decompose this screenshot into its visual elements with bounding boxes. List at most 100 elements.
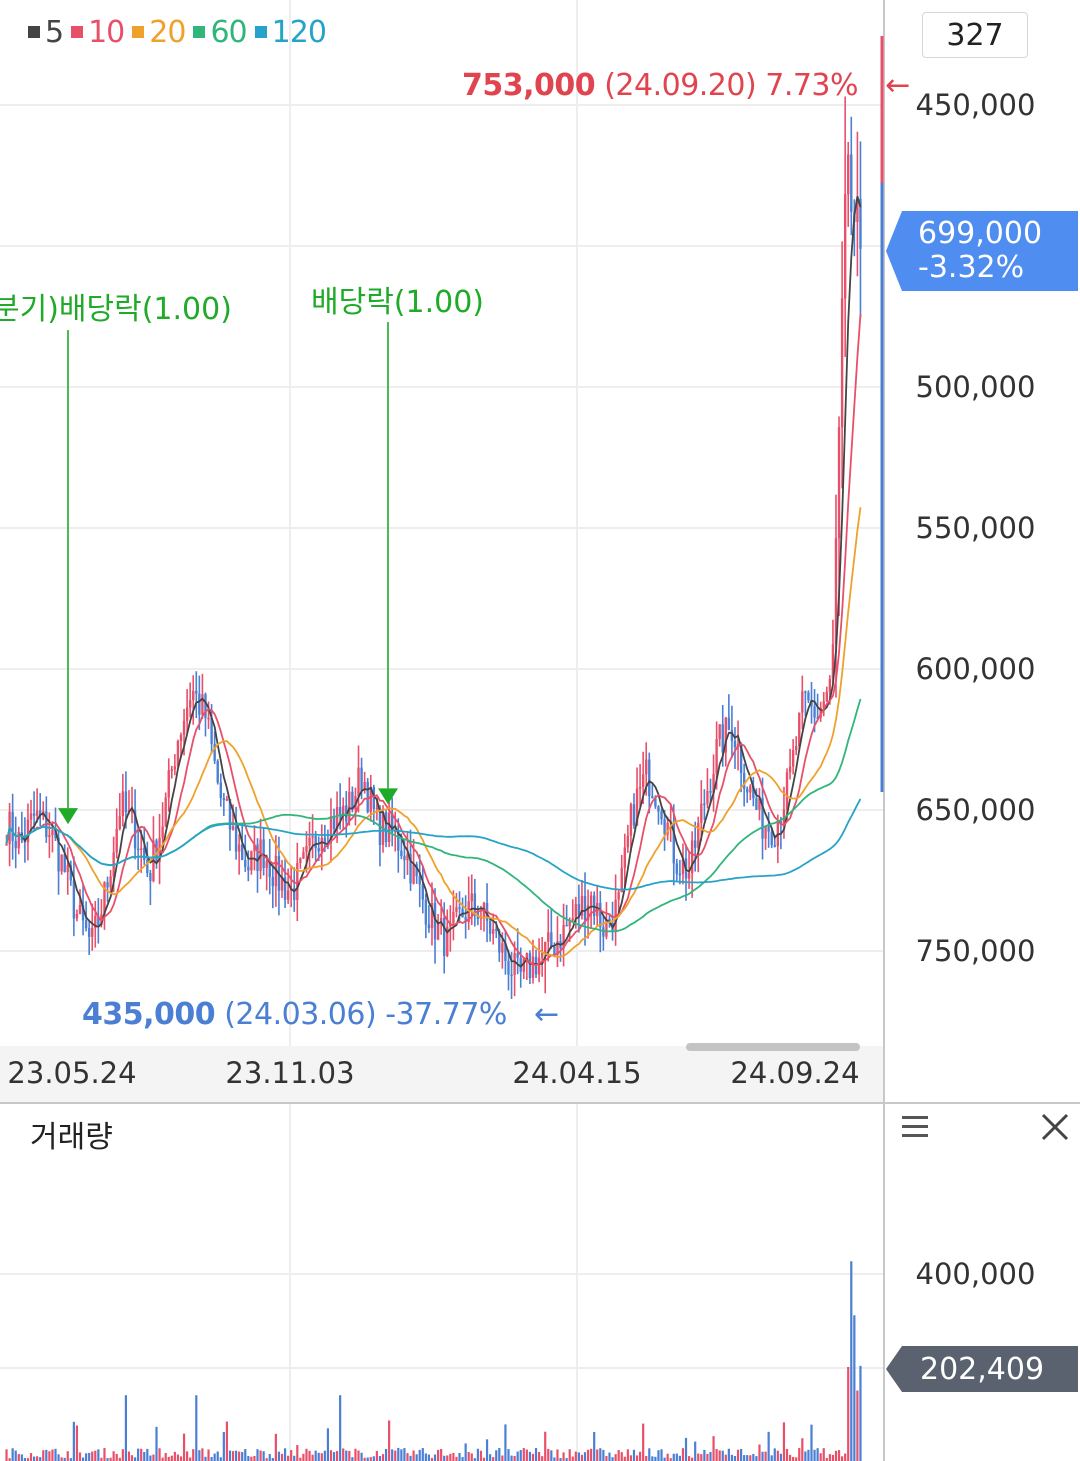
event-label-quarterly-dividend[interactable]: 분기)배당락(1.00)	[0, 284, 232, 328]
volume-bar	[859, 1365, 862, 1461]
legend-item-10[interactable]: 10	[71, 15, 125, 50]
volume-bar	[42, 1450, 45, 1461]
volume-bar	[302, 1453, 305, 1461]
volume-bar	[614, 1454, 617, 1461]
candle-body	[140, 848, 143, 850]
volume-bar	[712, 1436, 715, 1461]
candle-body	[443, 917, 446, 956]
volume-bar	[844, 1453, 847, 1461]
volume-bar	[485, 1439, 489, 1461]
volume-bar	[801, 1438, 804, 1461]
volume-bar	[11, 1448, 14, 1461]
current-price-value: 699,000	[918, 216, 1043, 251]
candle-body	[11, 811, 14, 841]
candle-body	[185, 707, 189, 721]
volume-bar	[427, 1454, 431, 1461]
candle-body	[727, 717, 731, 730]
legend-swatch	[71, 26, 84, 38]
volume-bar	[586, 1449, 590, 1461]
volume-bar	[590, 1448, 593, 1461]
legend-item-120[interactable]: 120	[254, 15, 327, 50]
volume-bar	[137, 1448, 140, 1461]
volume-bar	[629, 1455, 633, 1461]
volume-bar	[755, 1456, 758, 1461]
candle-body	[357, 767, 360, 797]
volume-bar	[20, 1454, 23, 1461]
volume-panel-title: 거래량	[30, 1120, 113, 1155]
candle-body	[231, 826, 235, 830]
count-badge[interactable]: 327	[922, 12, 1028, 58]
volume-bar	[78, 1452, 82, 1461]
candle-body	[537, 957, 541, 975]
legend-item-20[interactable]: 20	[132, 14, 186, 50]
volume-bar	[91, 1451, 94, 1461]
menu-icon[interactable]	[900, 1114, 930, 1140]
volume-bar	[819, 1453, 822, 1461]
volume-bar	[228, 1450, 232, 1461]
candle-body	[35, 810, 39, 816]
legend-item-60[interactable]: 60	[193, 15, 248, 50]
candle-body	[234, 826, 238, 852]
volume-bar	[179, 1456, 183, 1461]
volume-bar	[54, 1448, 57, 1461]
candle-body	[32, 813, 36, 816]
volume-bar	[287, 1455, 290, 1461]
volume-bar	[29, 1453, 33, 1461]
event-label-dividend[interactable]: 배당락(1.00)	[311, 277, 484, 321]
volume-bar	[446, 1455, 449, 1461]
legend-item-5[interactable]: 5	[28, 15, 64, 50]
volume-bar	[326, 1428, 330, 1461]
volume-bar	[176, 1454, 180, 1461]
volume-bar	[238, 1451, 241, 1461]
legend-label: 20	[149, 14, 186, 50]
candle-body	[703, 803, 706, 806]
volume-bar	[599, 1448, 602, 1461]
volume-bar	[308, 1450, 311, 1461]
candle-body	[773, 845, 776, 847]
volume-bar	[219, 1457, 222, 1461]
volume-bar	[66, 1451, 69, 1461]
candle-body	[124, 791, 128, 812]
candle-body	[801, 691, 804, 713]
volume-bar	[675, 1453, 678, 1461]
candle-body	[663, 819, 666, 835]
volume-bar	[329, 1450, 333, 1461]
volume-bar	[103, 1448, 106, 1461]
volume-bar	[773, 1448, 776, 1461]
candle-body	[565, 924, 568, 927]
volume-bar	[651, 1456, 654, 1461]
candle-body	[825, 691, 829, 702]
close-icon[interactable]	[1038, 1110, 1072, 1144]
volume-bar	[161, 1457, 164, 1461]
volume-bar	[831, 1454, 835, 1461]
volume-bar	[455, 1456, 458, 1461]
candle-body	[136, 848, 140, 851]
volume-bar	[452, 1452, 455, 1461]
date-tick-label: 24.04.15	[512, 1056, 642, 1090]
volume-bar	[216, 1451, 219, 1461]
candle-body	[308, 837, 311, 846]
volume-bar	[222, 1431, 225, 1461]
volume-bar	[632, 1449, 636, 1461]
candle-body	[804, 691, 807, 693]
candle-body	[179, 734, 183, 742]
candle-body	[507, 960, 510, 975]
candle-body	[192, 690, 195, 701]
candle-body	[48, 835, 51, 838]
candle-body	[320, 837, 323, 852]
candle-body	[91, 927, 94, 937]
volume-bar	[317, 1452, 320, 1461]
stock-chart[interactable]: 5 10 20 60 120 327 450,000 500,000 550,000 600,…	[0, 0, 1080, 1461]
candle-body	[807, 692, 810, 701]
candle-body	[813, 706, 816, 718]
candle-body	[583, 895, 587, 921]
volume-bar	[305, 1448, 308, 1461]
volume-bar	[663, 1457, 666, 1461]
volume-bar	[761, 1451, 764, 1461]
candle-body	[589, 895, 593, 906]
candle-body	[115, 829, 118, 853]
volume-bar	[638, 1451, 642, 1461]
volume-bar	[479, 1450, 483, 1461]
volume-bar	[394, 1450, 397, 1461]
volume-bar	[764, 1451, 767, 1461]
